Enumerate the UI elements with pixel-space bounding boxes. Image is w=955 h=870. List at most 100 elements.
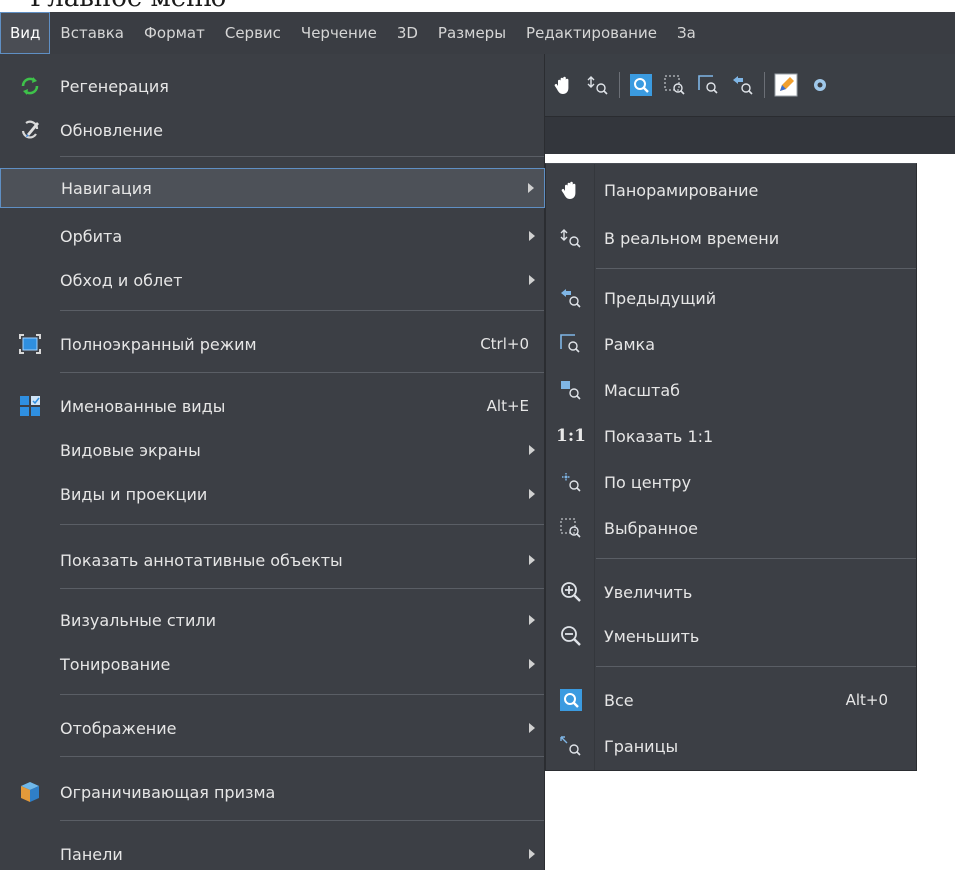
submenu-item-zoom-out[interactable]: Уменьшить xyxy=(546,616,916,656)
menu-item-navigation[interactable]: Навигация xyxy=(0,168,545,208)
menubar-item-edit[interactable]: Редактирование xyxy=(516,12,667,54)
gear-icon[interactable] xyxy=(807,72,833,98)
menubar-item-dimensions[interactable]: Размеры xyxy=(428,12,516,54)
menu-item-label: Виды и проекции xyxy=(60,484,208,504)
menubar-item-insert[interactable]: Вставка xyxy=(50,12,134,54)
submenu-item-label: Показать 1:1 xyxy=(604,426,714,446)
menu-gutter xyxy=(0,430,60,470)
menu-item-shortcut: Alt+E xyxy=(486,397,529,415)
submenu-item-all[interactable]: Все Alt+0 xyxy=(546,680,916,720)
submenu-separator xyxy=(596,666,916,667)
menu-item-label: Панели xyxy=(60,844,123,864)
menu-gutter xyxy=(0,834,60,870)
pan-hand-icon[interactable] xyxy=(551,72,577,98)
update-icon xyxy=(0,110,60,150)
menu-separator xyxy=(60,820,544,821)
zoom-in-icon xyxy=(546,572,596,612)
submenu-item-realtime[interactable]: В реальном времени xyxy=(546,218,916,258)
submenu-separator xyxy=(596,268,916,269)
menu-item-label: Именованные виды xyxy=(60,396,226,416)
submenu-item-center[interactable]: По центру xyxy=(546,462,916,502)
submenu-item-previous[interactable]: Предыдущий xyxy=(546,278,916,318)
submenu-item-label: Предыдущий xyxy=(604,288,717,308)
menu-item-label: Показать аннотативные объекты xyxy=(60,550,343,570)
menu-gutter xyxy=(0,216,60,256)
menu-item-orbit[interactable]: Орбита xyxy=(0,216,545,256)
menu-item-walk-fly[interactable]: Обход и облет xyxy=(0,260,545,300)
menubar-item-view[interactable]: Вид xyxy=(0,12,51,54)
top-cropped-heading: Главное меню xyxy=(0,0,955,12)
menu-item-label: Полноэкранный режим xyxy=(60,334,257,354)
submenu-item-shortcut: Alt+0 xyxy=(845,691,888,709)
submenu-item-label: Уменьшить xyxy=(604,626,700,646)
edit-icon[interactable] xyxy=(773,72,799,98)
menu-gutter xyxy=(0,260,60,300)
menu-item-label: Орбита xyxy=(60,226,123,246)
zoom-previous-icon[interactable] xyxy=(730,72,756,98)
menu-item-label: Визуальные стили xyxy=(60,610,216,630)
menubar-item-3d[interactable]: 3D xyxy=(387,12,428,54)
submenu-item-selected[interactable]: Выбранное xyxy=(546,508,916,548)
menu-gutter xyxy=(0,600,60,640)
menu-item-panels[interactable]: Панели xyxy=(0,834,545,870)
menubar-item-truncated[interactable]: За xyxy=(667,12,706,54)
menubar-item-format[interactable]: Формат xyxy=(134,12,215,54)
menu-separator xyxy=(60,588,544,589)
menubar-item-service[interactable]: Сервис xyxy=(215,12,291,54)
submenu-item-extents[interactable]: Границы xyxy=(546,726,916,766)
zoom-window-icon[interactable] xyxy=(696,72,722,98)
menu-item-viewports[interactable]: Видовые экраны xyxy=(0,430,545,470)
menu-separator xyxy=(60,524,544,525)
menu-item-views-projections[interactable]: Виды и проекции xyxy=(0,474,545,514)
zoom-selected-icon[interactable] xyxy=(662,72,688,98)
submenu-item-label: Выбранное xyxy=(604,518,698,538)
zoom-window-icon xyxy=(546,324,596,364)
realtime-zoom-icon[interactable] xyxy=(585,72,611,98)
submenu-item-scale[interactable]: Масштаб xyxy=(546,370,916,410)
menu-separator xyxy=(60,694,544,695)
zoom-all-icon[interactable] xyxy=(628,72,654,98)
submenu-item-label: Рамка xyxy=(604,334,655,354)
submenu-item-zoom-in[interactable]: Увеличить xyxy=(546,572,916,612)
menu-item-regeneration[interactable]: Регенерация xyxy=(0,66,545,106)
submenu-arrow-icon xyxy=(529,615,535,625)
realtime-zoom-icon xyxy=(546,218,596,258)
menu-item-show-annotative-objects[interactable]: Показать аннотативные объекты xyxy=(0,540,545,580)
menu-item-bounding-prism[interactable]: Ограничивающая призма xyxy=(0,772,545,812)
zoom-extents-icon xyxy=(546,726,596,766)
named-views-icon xyxy=(0,386,60,426)
menu-item-label: Тонирование xyxy=(60,654,171,674)
menubar-item-drawing[interactable]: Черчение xyxy=(291,12,387,54)
submenu-arrow-icon xyxy=(529,555,535,565)
submenu-arrow-icon xyxy=(529,445,535,455)
submenu-item-window[interactable]: Рамка xyxy=(546,324,916,364)
menu-item-rendering[interactable]: Тонирование xyxy=(0,644,545,684)
menu-item-label: Ограничивающая призма xyxy=(60,782,276,802)
view-menu-dropdown: Регенерация Обновление Навигация Орбита … xyxy=(0,54,545,870)
menu-gutter xyxy=(0,474,60,514)
submenu-arrow-icon xyxy=(529,659,535,669)
regen-icon xyxy=(0,66,60,106)
pan-hand-icon xyxy=(546,170,596,210)
toolbar-second-row xyxy=(545,116,955,154)
menu-item-visual-styles[interactable]: Визуальные стили xyxy=(0,600,545,640)
menu-gutter xyxy=(0,708,60,748)
navigation-submenu: Панорамирование В реальном времени Преды… xyxy=(545,163,917,771)
menu-item-display[interactable]: Отображение xyxy=(0,708,545,748)
one-to-one-icon: 1:1 xyxy=(546,416,596,456)
menu-item-named-views[interactable]: Именованные виды Alt+E xyxy=(0,386,545,426)
submenu-arrow-icon xyxy=(529,231,535,241)
menu-item-shortcut: Ctrl+0 xyxy=(480,335,529,353)
submenu-item-one-to-one[interactable]: 1:1 Показать 1:1 xyxy=(546,416,916,456)
submenu-arrow-icon xyxy=(528,183,534,193)
submenu-item-label: Границы xyxy=(604,736,679,756)
one-to-one-icon-text: 1:1 xyxy=(556,426,586,446)
menu-gutter xyxy=(0,540,60,580)
menu-item-fullscreen[interactable]: Полноэкранный режим Ctrl+0 xyxy=(0,324,545,364)
menu-item-update[interactable]: Обновление xyxy=(0,110,545,150)
menu-separator xyxy=(60,156,544,157)
submenu-item-label: В реальном времени xyxy=(604,228,780,248)
submenu-item-pan[interactable]: Панорамирование xyxy=(546,170,916,210)
menubar: Вид Вставка Формат Сервис Черчение 3D Ра… xyxy=(0,12,955,54)
zoom-out-icon xyxy=(546,616,596,656)
